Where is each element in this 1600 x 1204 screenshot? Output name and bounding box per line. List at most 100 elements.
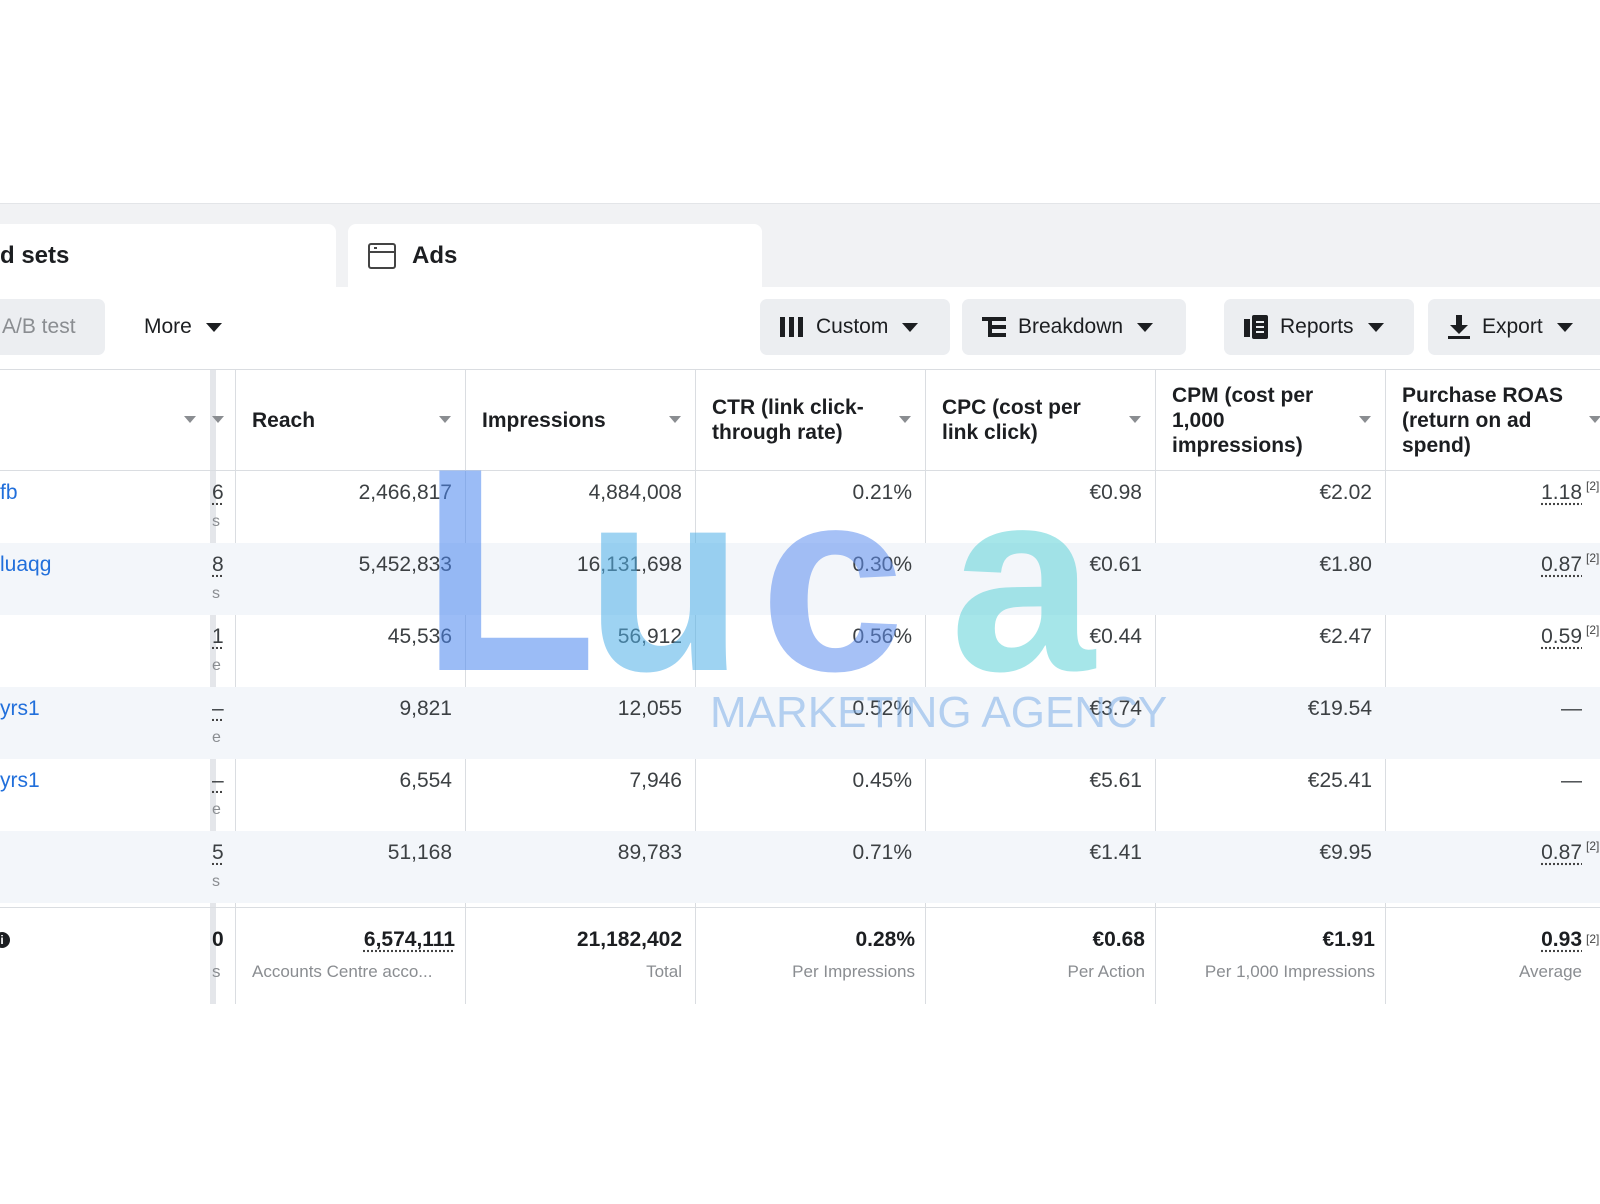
truncated-column-sublabel: e [212,801,221,818]
sort-icon[interactable] [439,416,451,423]
sort-icon[interactable] [1359,416,1371,423]
table-row[interactable]: yrs1 – e 6,554 7,946 0.45% €5.61 €25.41 — [0,759,1600,831]
cell-cpc: €0.44 [1089,625,1142,648]
cell-roas[interactable]: 1.18 [1390,481,1582,505]
totals-cpm-label: Per 1,000 Impressions [1204,962,1375,981]
cell-cpm: €9.95 [1319,841,1372,864]
column-header-reach[interactable]: Reach [252,370,432,470]
table-row[interactable]: yrs1 – e 9,821 12,055 0.52% €3.74 €19.54 — [0,687,1600,759]
table-header: Reach Impressions CTR (link click-throug… [0,370,1600,471]
cell-cpc: €1.41 [1089,841,1142,864]
tab-ads[interactable]: Ads [348,224,762,288]
cell-ctr: 0.45% [852,769,912,792]
sort-icon[interactable] [212,416,224,423]
tab-ads-label: Ads [412,242,458,269]
cell-ctr: 0.56% [852,625,912,648]
totals-impressions-label: Total [646,962,682,981]
totals-reach-label: Accounts Centre acco... [252,962,433,981]
truncated-column-value: 6 [212,481,224,504]
more-label: More [144,315,192,338]
totals-roas[interactable]: 0.93 [1390,928,1582,952]
totals-cpc: €0.68 [1092,928,1145,951]
sort-icon[interactable] [669,416,681,423]
breakdown-button[interactable]: Breakdown [962,299,1186,355]
cell-cpc: €0.61 [1089,553,1142,576]
cell-impressions: 89,783 [617,841,682,864]
reports-button[interactable]: Reports [1224,299,1414,355]
reports-label: Reports [1280,315,1354,338]
reports-icon [1244,315,1268,339]
truncated-column-value: 8 [212,553,224,576]
export-button[interactable]: Export [1428,299,1600,355]
totals-row: i 0 s 6,574,111 Accounts Centre acco... … [0,907,1600,1004]
cell-impressions: 16,131,698 [576,553,682,576]
column-header-ctr[interactable]: CTR (link click-through rate) [712,370,892,470]
chevron-down-icon [205,322,222,332]
table-row[interactable]: fb 6 s 2,466,817 4,884,008 0.21% €0.98 €2.02 1.1… [0,471,1600,543]
ad-name-link[interactable]: yrs1 [0,769,40,793]
cell-roas[interactable]: 0.87 [1390,841,1582,865]
column-header-roas[interactable]: Purchase ROAS (return on ad spend) [1402,370,1582,470]
cell-roas: — [1561,697,1582,720]
ad-name-link[interactable]: luaqg [0,553,51,577]
breakdown-label: Breakdown [1018,315,1124,338]
table-row[interactable]: 5 s 51,168 89,783 0.71% €1.41 €9.95 0.87 [2] [0,831,1600,903]
info-icon[interactable]: i [0,932,10,948]
more-button[interactable]: More [128,299,238,355]
cell-reach: 45,536 [387,625,452,648]
truncated-column-value: 1 [212,625,224,648]
sort-icon[interactable] [184,416,196,423]
cell-roas[interactable]: 0.87 [1390,553,1582,577]
ab-test-button[interactable]: A/B test [0,299,105,355]
column-header-cpc[interactable]: CPC (cost per link click) [942,370,1122,470]
cell-reach: 51,168 [387,841,452,864]
totals-cpm: €1.91 [1322,928,1375,951]
roas-footnote: [2] [1586,479,1600,493]
chevron-down-icon [1556,322,1573,332]
truncated-column-sublabel: s [212,873,220,890]
table-row[interactable]: 1 e 45,536 56,912 0.56% €0.44 €2.47 0.59 [2] [0,615,1600,687]
columns-icon [780,317,804,337]
download-icon [1448,315,1470,339]
cell-ctr: 0.30% [852,553,912,576]
cell-impressions: 7,946 [629,769,682,792]
sort-icon[interactable] [1129,416,1141,423]
column-header-impressions[interactable]: Impressions [482,370,662,470]
cell-cpc: €5.61 [1089,769,1142,792]
truncated-column-sublabel: e [212,729,221,746]
truncated-column-sublabel: s [212,585,220,602]
table-row[interactable]: luaqg 8 s 5,452,833 16,131,698 0.30% €0.61 €1.8… [0,543,1600,615]
tab-ad-sets[interactable]: d sets [0,224,336,288]
chevron-down-icon [1367,322,1384,332]
truncated-column-value: – [212,769,224,792]
cell-cpm: €19.54 [1307,697,1372,720]
cell-ctr: 0.52% [852,697,912,720]
cell-impressions: 12,055 [617,697,682,720]
cell-roas[interactable]: 0.59 [1390,625,1582,649]
totals-roas-note: [2] [1586,932,1600,946]
sort-icon[interactable] [899,416,911,423]
sort-icon[interactable] [1589,416,1600,423]
roas-footnote: [2] [1586,551,1600,565]
columns-custom-button[interactable]: Custom [760,299,950,355]
ad-name-link[interactable]: fb [0,481,18,505]
cell-cpm: €25.41 [1307,769,1372,792]
truncated-column-value: 5 [212,841,224,864]
totals-ctr: 0.28% [855,928,915,951]
totals-roas-label: Average [1518,962,1582,981]
results-table: Reach Impressions CTR (link click-throug… [0,369,1600,1004]
column-header-cpm[interactable]: CPM (cost per 1,000 impressions) [1172,370,1352,470]
ad-name-link[interactable]: yrs1 [0,697,40,721]
totals-reach[interactable]: 6,574,111 [240,928,455,952]
chevron-down-icon [902,322,919,332]
totals-prev-label: s [212,962,221,981]
roas-footnote: [2] [1586,623,1600,637]
ad-frame-icon [368,243,396,269]
totals-prev: 0 [212,928,224,951]
custom-label: Custom [816,315,889,338]
export-label: Export [1482,315,1543,338]
cell-ctr: 0.21% [852,481,912,504]
cell-cpm: €1.80 [1319,553,1372,576]
totals-impressions: 21,182,402 [576,928,682,951]
truncated-column-value: – [212,697,224,720]
